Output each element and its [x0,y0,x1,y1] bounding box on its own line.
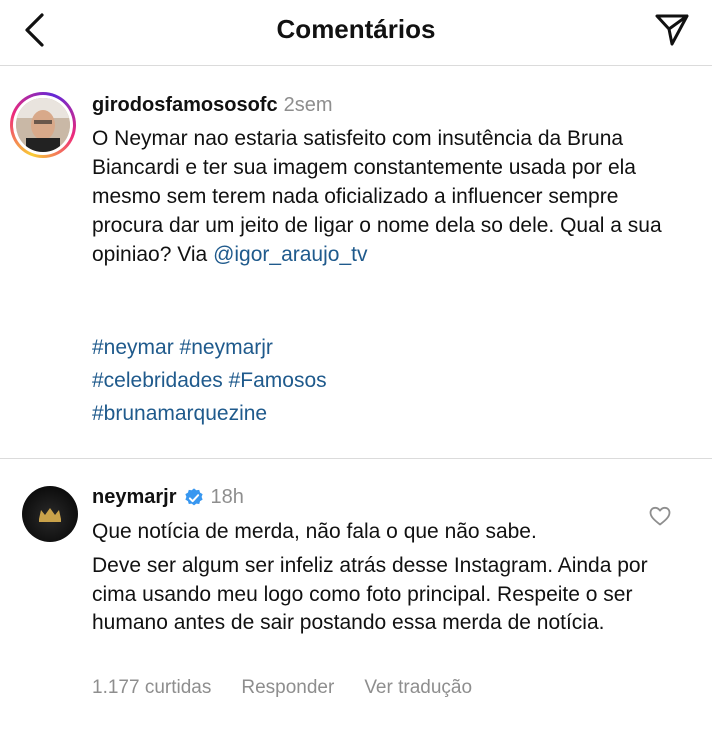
likes-count[interactable]: 1.177 curtidas [92,677,211,699]
verified-badge-icon [184,487,203,505]
translate-button[interactable]: Ver tradução [364,677,472,699]
post-caption: girodosfamososofc 2sem O Neymar nao estar… [0,66,712,459]
paper-plane-icon [655,14,689,46]
page-title: Comentários [276,14,436,44]
heart-icon[interactable] [648,504,672,528]
crown-logo-icon [39,508,61,522]
mention-link[interactable]: @igor_araujo_tv [213,243,367,266]
person-photo-icon [16,98,70,152]
hashtag-line[interactable]: #brunamarquezine [92,397,327,430]
caption-avatar[interactable] [10,92,76,158]
caption-username[interactable]: girodosfamososofc [92,94,278,116]
caption-time: 2sem [283,94,333,116]
comment-text-rest: Deve ser algum ser infeliz atrás desse I… [92,554,648,634]
hashtag-line[interactable]: #neymar #neymarjr [92,331,327,364]
reply-button[interactable]: Responder [241,677,334,699]
hashtags: #neymar #neymarjr #celebridades #Famosos… [92,331,327,430]
comment-actions: 1.177 curtidas Responder Ver tradução [92,677,472,699]
comment-username[interactable]: neymarjr [92,486,177,509]
comment-avatar[interactable] [22,486,78,542]
comment-item: neymarjr 18h Que notícia de merda, não f… [0,459,712,730]
avatar-photo [16,98,70,152]
share-button[interactable] [650,10,694,50]
caption-text: O Neymar nao estaria satisfeito com insu… [92,124,692,269]
caption-body: O Neymar nao estaria satisfeito com insu… [92,127,662,266]
comment-header: neymarjr 18h [92,486,244,509]
comment-time: 18h [210,486,244,508]
comment-text-first: Que notícia de merda, não fala o que não… [92,520,537,543]
hashtag-line[interactable]: #celebridades #Famosos [92,364,327,397]
caption-header: girodosfamososofc 2sem [92,94,332,117]
top-bar: Comentários [0,0,712,66]
